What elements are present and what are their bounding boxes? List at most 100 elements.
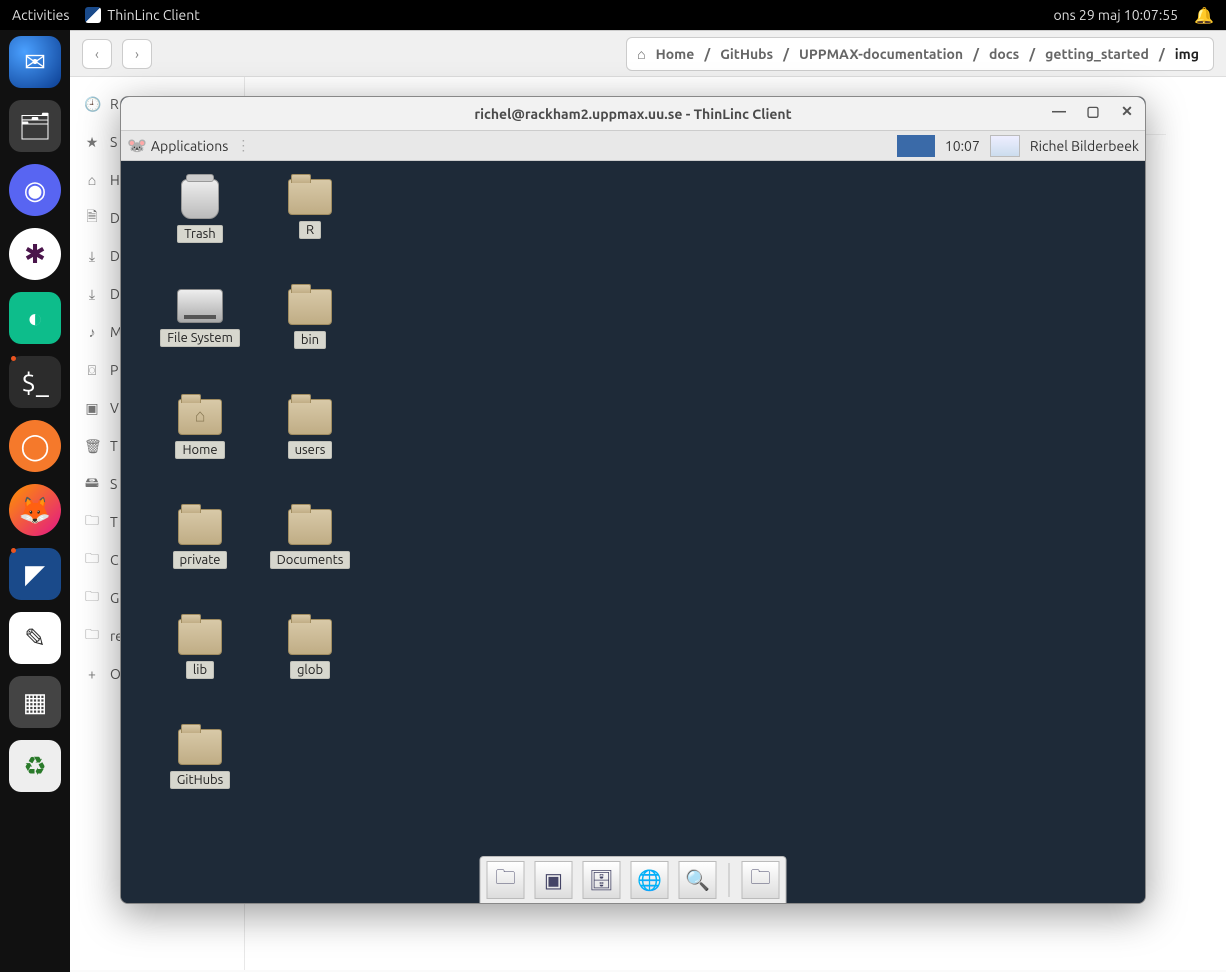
sidebar-label: R	[110, 96, 119, 112]
dock-slack-icon[interactable]: ✱	[9, 228, 61, 280]
desktop-icon-label: users	[288, 441, 333, 459]
remote-clock[interactable]: 10:07	[945, 138, 980, 154]
sidebar-icon: ♪	[84, 324, 100, 340]
desktop-icon-label: Documents	[270, 551, 351, 569]
sidebar-icon: ⌼	[84, 362, 100, 379]
window-close-button[interactable]: ✕	[1117, 103, 1137, 120]
sidebar-label: H	[110, 172, 120, 188]
clock[interactable]: ons 29 maj 10:07:55	[1053, 7, 1178, 23]
notification-icon[interactable]: 🔔	[1194, 6, 1214, 25]
disk-icon	[177, 289, 223, 323]
active-app-name: ThinLinc Client	[107, 7, 199, 23]
applications-label: Applications	[151, 138, 228, 154]
sidebar-icon: +	[84, 666, 100, 682]
folder-icon	[178, 399, 222, 435]
breadcrumb[interactable]: ⌂ Home / GitHubs / UPPMAX-documentation …	[626, 37, 1214, 71]
sidebar-label: V	[110, 400, 119, 416]
desktop-r-icon[interactable]: R	[255, 179, 365, 285]
breadcrumb-img[interactable]: img	[1171, 46, 1203, 62]
dock-element-icon[interactable]: ◐	[9, 292, 61, 344]
window-maximize-button[interactable]: ▢	[1083, 103, 1103, 120]
dock-firefox-icon[interactable]: 🦊	[9, 484, 61, 536]
dock-search-icon[interactable]: 🔍	[679, 861, 717, 899]
breadcrumb-getting-started[interactable]: getting_started	[1041, 46, 1153, 62]
desktop-icon-label: Home	[175, 441, 224, 459]
desktop-file-system-icon[interactable]: File System	[145, 289, 255, 395]
dock-thunderbird-icon[interactable]: ✉	[9, 36, 61, 88]
dock-filemanager-icon[interactable]: 🗄	[583, 861, 621, 899]
dock-terminal-icon[interactable]: $_	[9, 356, 61, 408]
desktop-icon-label: private	[173, 551, 228, 569]
desktop-icon-label: File System	[160, 329, 240, 347]
desktop-home-icon[interactable]: Home	[145, 399, 255, 505]
workspace-indicator[interactable]	[897, 135, 935, 157]
window-minimize-button[interactable]: —	[1049, 103, 1069, 120]
dock-show-desktop-icon[interactable]: 🗀	[487, 861, 525, 899]
breadcrumb-home[interactable]: Home	[652, 46, 699, 62]
desktop-users-icon[interactable]: users	[255, 399, 365, 505]
thinlinc-app-icon	[85, 7, 101, 23]
ubuntu-dock: ✉ 🗂 ◉ ✱ ◐ $_ ◯ 🦊 ◤ ✎ ▦ ♻	[0, 30, 70, 972]
xfce-mouse-icon: 🐭	[127, 136, 147, 155]
sidebar-label: P	[110, 362, 118, 378]
dock-terminal-icon[interactable]: ▣	[535, 861, 573, 899]
sidebar-icon: 🗀	[84, 510, 100, 534]
sidebar-icon: 🖴	[84, 472, 100, 496]
dock-media-icon[interactable]: ▦	[9, 676, 61, 728]
disk-indicator-icon[interactable]	[990, 135, 1020, 157]
desktop-documents-icon[interactable]: Documents	[255, 509, 365, 615]
dock-web-icon[interactable]: 🌐	[631, 861, 669, 899]
remote-username[interactable]: Richel Bilderbeek	[1030, 138, 1139, 154]
remote-bottom-dock: 🗀 ▣ 🗄 🌐 🔍 🗀	[480, 856, 787, 903]
thinlinc-titlebar[interactable]: richel@rackham2.uppmax.uu.se - ThinLinc …	[121, 97, 1145, 131]
menu-separator-icon: ⋮	[236, 137, 250, 154]
applications-menu[interactable]: 🐭 Applications	[127, 136, 228, 155]
gnome-topbar: Activities ThinLinc Client ons 29 maj 10…	[0, 0, 1226, 30]
dock-files-icon[interactable]: 🗂	[9, 100, 61, 152]
dock-thinlinc-icon[interactable]: ◤	[9, 548, 61, 600]
breadcrumb-uppmax[interactable]: UPPMAX-documentation	[795, 46, 967, 62]
remote-menubar: 🐭 Applications ⋮ 10:07 Richel Bilderbeek	[121, 131, 1145, 161]
breadcrumb-githubs[interactable]: GitHubs	[716, 46, 777, 62]
activities-button[interactable]: Activities	[12, 7, 69, 23]
sidebar-icon: 🗀	[84, 548, 100, 572]
desktop-glob-icon[interactable]: glob	[255, 619, 365, 725]
remote-desktop[interactable]: Trash R File System bin Home users private Docu…	[121, 161, 1145, 903]
folder-icon	[178, 729, 222, 765]
sidebar-label: D	[110, 248, 120, 264]
desktop-bin-icon[interactable]: bin	[255, 289, 365, 395]
sidebar-icon: ★	[84, 134, 100, 151]
desktop-icon-label: lib	[186, 661, 214, 679]
sidebar-icon: ▣	[84, 400, 100, 417]
sidebar-label: D	[110, 286, 120, 302]
sidebar-label: D	[110, 210, 120, 226]
sidebar-label: S	[110, 476, 117, 492]
desktop-githubs-icon[interactable]: GitHubs	[145, 729, 255, 835]
dock-blender-icon[interactable]: ◯	[9, 420, 61, 472]
trash-icon	[181, 179, 219, 219]
desktop-trash-icon[interactable]: Trash	[145, 179, 255, 285]
sidebar-icon: ⤓	[84, 248, 100, 265]
sidebar-label: T	[110, 438, 118, 454]
thinlinc-window: richel@rackham2.uppmax.uu.se - ThinLinc …	[120, 96, 1146, 904]
desktop-icon-label: GitHubs	[170, 771, 231, 789]
dock-discord-icon[interactable]: ◉	[9, 164, 61, 216]
desktop-icon-label: Trash	[177, 225, 222, 243]
desktop-icon-label: R	[299, 221, 321, 239]
desktop-icon-label: bin	[294, 331, 326, 349]
dock-trash-icon[interactable]: ♻	[9, 740, 61, 792]
desktop-lib-icon[interactable]: lib	[145, 619, 255, 725]
nautilus-header: ‹ › ⌂ Home / GitHubs / UPPMAX-documentat…	[70, 31, 1226, 77]
nav-back-button[interactable]: ‹	[82, 39, 112, 69]
dock-notes-icon[interactable]: ✎	[9, 612, 61, 664]
dock-folder-icon[interactable]: 🗀	[742, 861, 780, 899]
active-app-indicator[interactable]: ThinLinc Client	[85, 7, 199, 23]
nav-forward-button[interactable]: ›	[122, 39, 152, 69]
sidebar-icon: 🕘	[84, 96, 100, 113]
desktop-private-icon[interactable]: private	[145, 509, 255, 615]
thinlinc-title: richel@rackham2.uppmax.uu.se - ThinLinc …	[474, 106, 791, 122]
sidebar-label: S	[110, 134, 117, 150]
sidebar-label: G	[110, 590, 119, 606]
breadcrumb-docs[interactable]: docs	[985, 46, 1023, 62]
folder-icon	[288, 509, 332, 545]
